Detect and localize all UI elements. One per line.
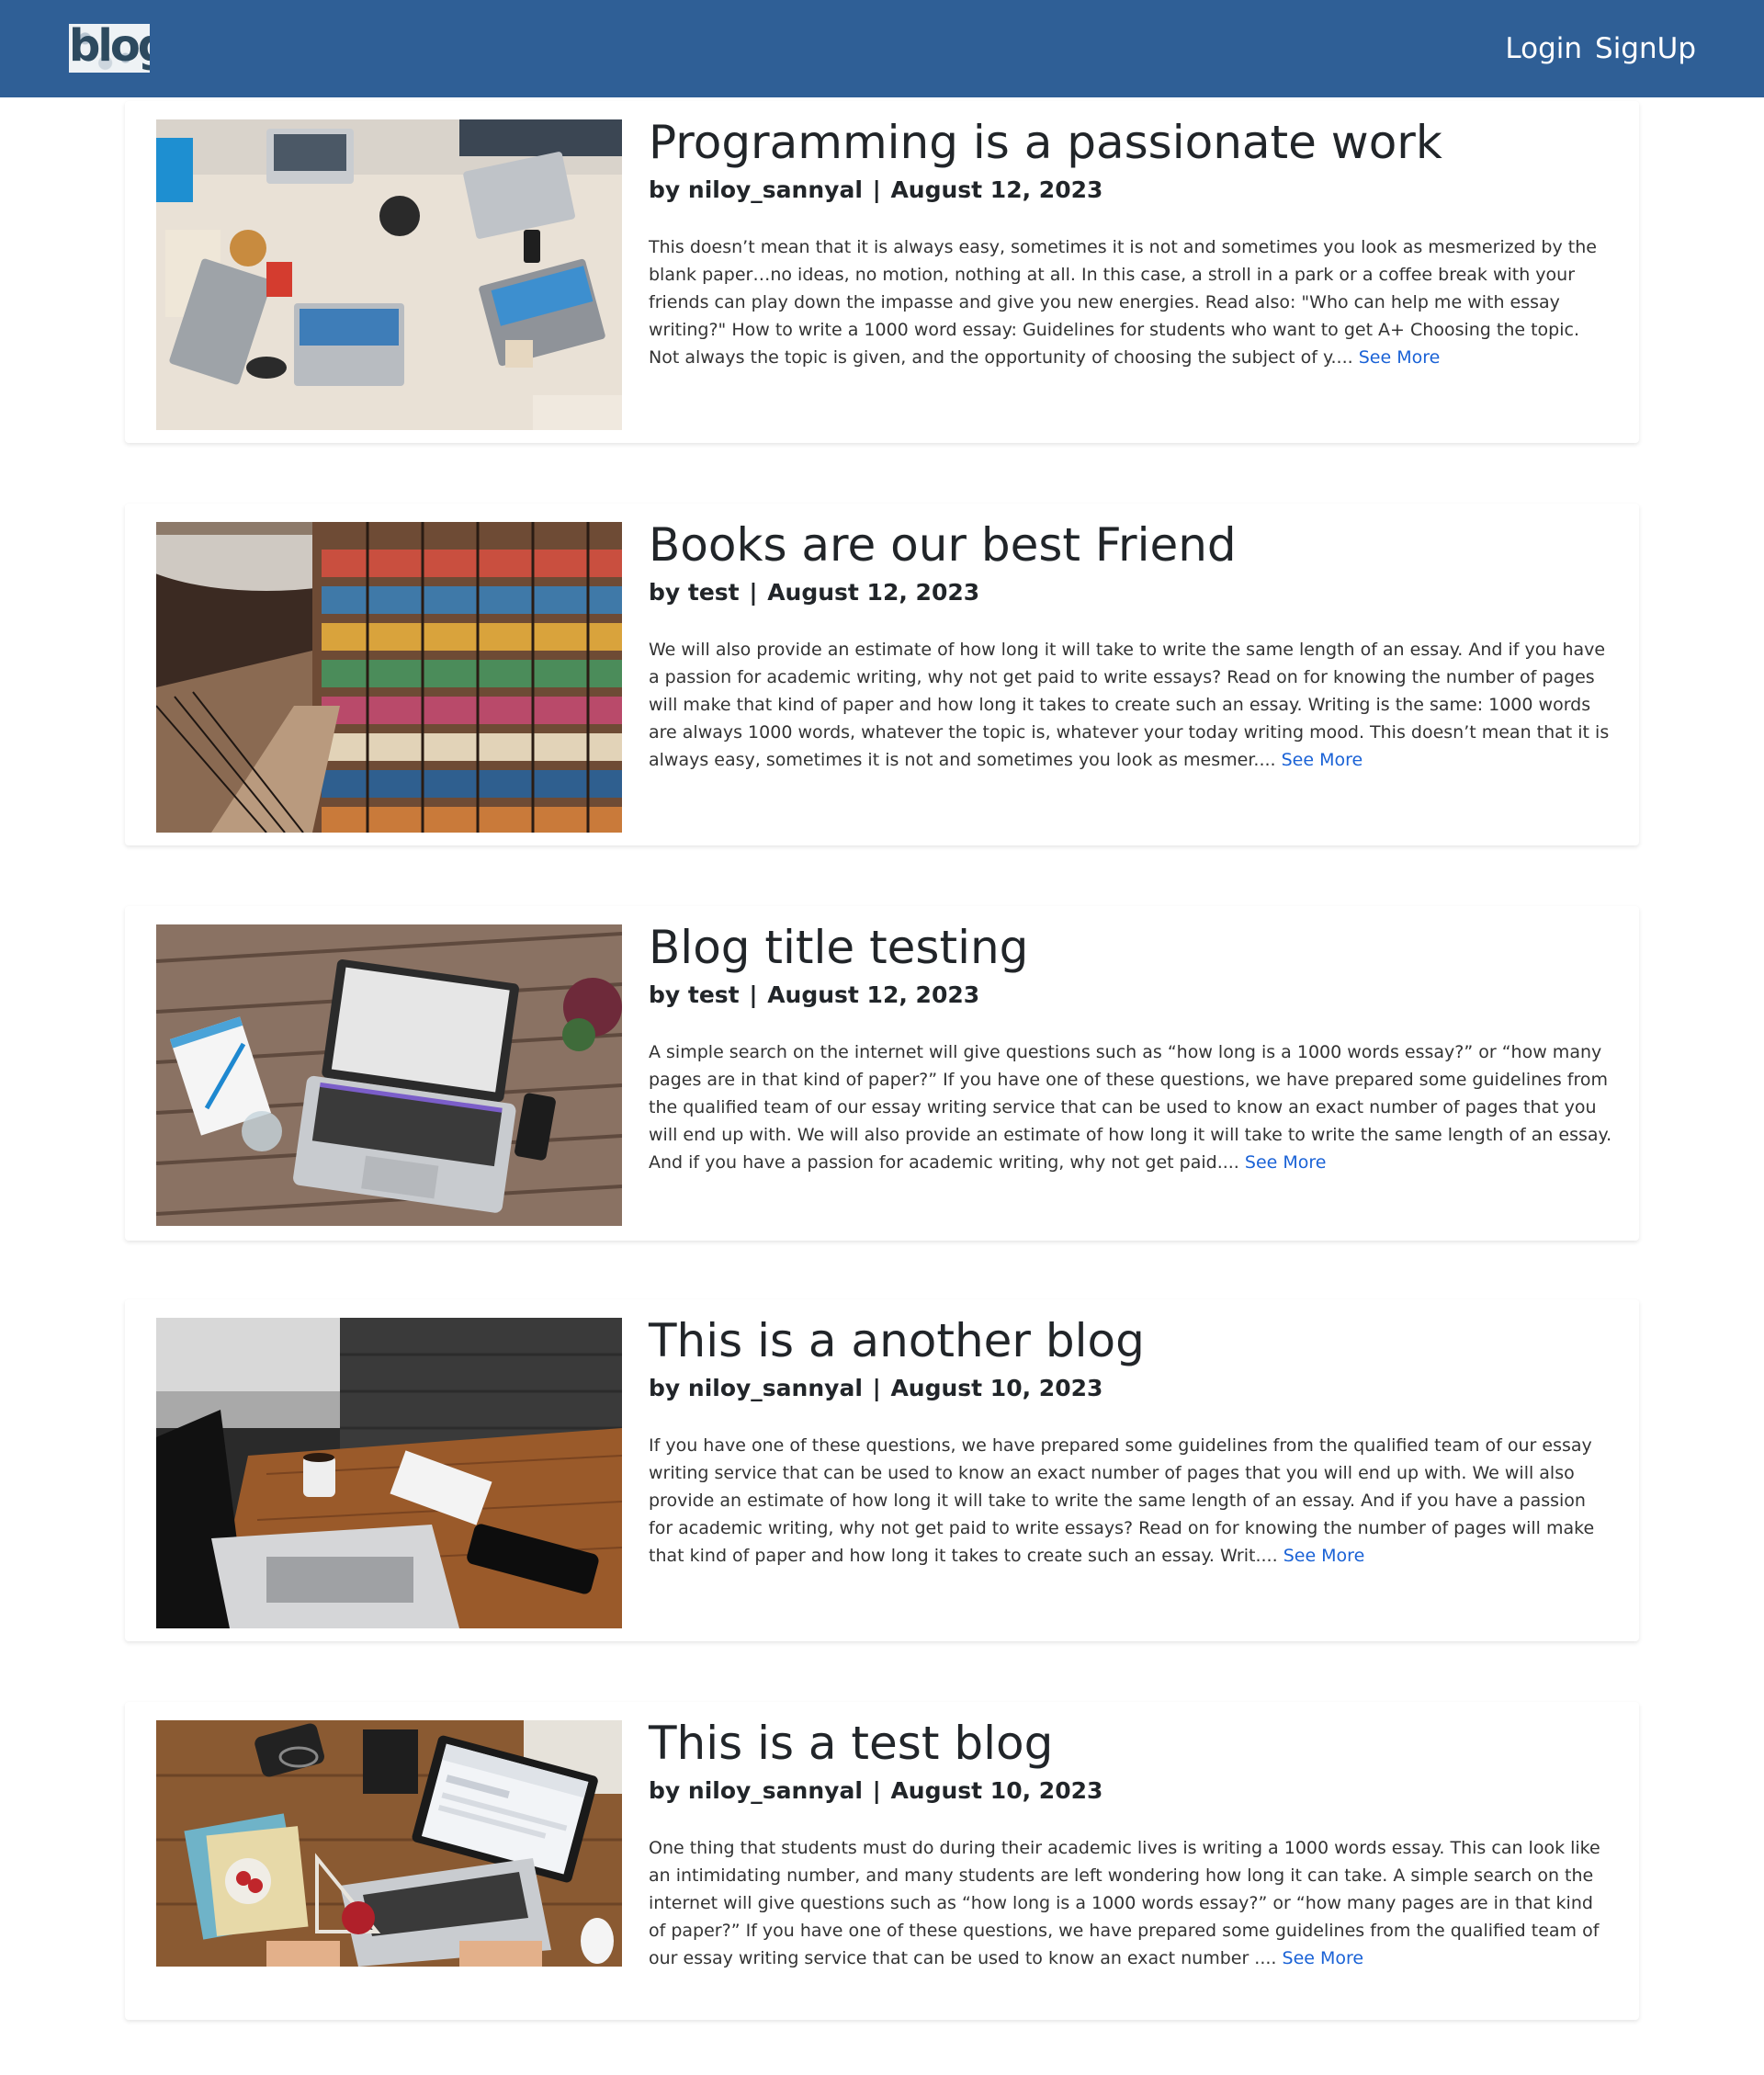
post-excerpt: One thing that students must do during t… xyxy=(649,1834,1613,1972)
post-meta: by test | August 12, 2023 xyxy=(649,980,1613,1011)
post-excerpt-text: A simple search on the internet will giv… xyxy=(649,1042,1612,1173)
meta-separator: | xyxy=(864,176,889,203)
nav-links: Login SignUp xyxy=(1505,28,1696,70)
post-excerpt-text: If you have one of these questions, we h… xyxy=(649,1435,1595,1566)
post-meta: by niloy_sannyal | August 10, 2023 xyxy=(649,1373,1613,1404)
post-date: August 12, 2023 xyxy=(767,579,980,606)
blog-post-card: Programming is a passionate work by nilo… xyxy=(125,101,1639,443)
post-title[interactable]: Books are our best Friend xyxy=(649,516,1613,573)
post-title[interactable]: Programming is a passionate work xyxy=(649,114,1613,171)
blog-laptop-workspace-image xyxy=(156,1720,622,1967)
see-more-link[interactable]: See More xyxy=(1245,1152,1327,1173)
post-meta: by niloy_sannyal | August 10, 2023 xyxy=(649,1775,1613,1807)
post-date: August 12, 2023 xyxy=(890,176,1103,203)
post-meta: by niloy_sannyal | August 12, 2023 xyxy=(649,175,1613,206)
post-excerpt-text: We will also provide an estimate of how … xyxy=(649,640,1610,770)
navbar: blog Login SignUp xyxy=(0,0,1764,97)
post-body: This is a test blog by niloy_sannyal | A… xyxy=(649,1715,1613,1972)
meta-separator: | xyxy=(864,1375,889,1401)
post-author: by niloy_sannyal xyxy=(649,1375,863,1401)
post-thumbnail[interactable] xyxy=(156,1318,622,1628)
blog-post-card: This is a another blog by niloy_sannyal … xyxy=(125,1299,1639,1641)
post-thumbnail[interactable] xyxy=(156,522,622,833)
post-author: by niloy_sannyal xyxy=(649,176,863,203)
post-body: Books are our best Friend by test | Augu… xyxy=(649,516,1613,774)
laptops-on-desk-image xyxy=(156,119,622,430)
post-date: August 10, 2023 xyxy=(890,1375,1103,1401)
post-title[interactable]: This is a another blog xyxy=(649,1312,1613,1369)
post-meta: by test | August 12, 2023 xyxy=(649,577,1613,608)
library-bookshelves-image xyxy=(156,522,622,833)
meta-separator: | xyxy=(864,1777,889,1804)
see-more-link[interactable]: See More xyxy=(1282,750,1363,770)
laptop-coffee-desk-image xyxy=(156,1318,622,1628)
see-more-link[interactable]: See More xyxy=(1359,347,1441,368)
see-more-link[interactable]: See More xyxy=(1283,1546,1365,1566)
signup-link[interactable]: SignUp xyxy=(1595,28,1696,70)
post-thumbnail[interactable] xyxy=(156,924,622,1226)
post-author: by test xyxy=(649,981,740,1008)
login-link[interactable]: Login xyxy=(1505,28,1582,70)
post-excerpt: We will also provide an estimate of how … xyxy=(649,636,1613,774)
blog-post-card: This is a test blog by niloy_sannyal | A… xyxy=(125,1702,1639,2020)
post-excerpt-text: One thing that students must do during t… xyxy=(649,1838,1600,1968)
post-thumbnail[interactable] xyxy=(156,1720,622,1967)
post-title[interactable]: This is a test blog xyxy=(649,1715,1613,1772)
post-date: August 10, 2023 xyxy=(890,1777,1103,1804)
post-author: by test xyxy=(649,579,740,606)
see-more-link[interactable]: See More xyxy=(1283,1948,1364,1968)
post-excerpt: A simple search on the internet will giv… xyxy=(649,1038,1613,1176)
logo-text: blog xyxy=(69,24,150,72)
post-body: Programming is a passionate work by nilo… xyxy=(649,114,1613,371)
post-excerpt: This doesn’t mean that it is always easy… xyxy=(649,233,1613,371)
post-body: Blog title testing by test | August 12, … xyxy=(649,919,1613,1176)
blog-post-card: Books are our best Friend by test | Augu… xyxy=(125,504,1639,845)
post-body: This is a another blog by niloy_sannyal … xyxy=(649,1312,1613,1570)
post-thumbnail[interactable] xyxy=(156,119,622,430)
post-title[interactable]: Blog title testing xyxy=(649,919,1613,976)
blog-logo[interactable]: blog xyxy=(69,24,150,73)
post-excerpt-text: This doesn’t mean that it is always easy… xyxy=(649,237,1597,368)
post-author: by niloy_sannyal xyxy=(649,1777,863,1804)
blog-post-card: Blog title testing by test | August 12, … xyxy=(125,906,1639,1241)
laptop-on-wood-image xyxy=(156,924,622,1226)
meta-separator: | xyxy=(741,981,766,1008)
post-date: August 12, 2023 xyxy=(767,981,980,1008)
post-excerpt: If you have one of these questions, we h… xyxy=(649,1432,1613,1570)
meta-separator: | xyxy=(741,579,766,606)
